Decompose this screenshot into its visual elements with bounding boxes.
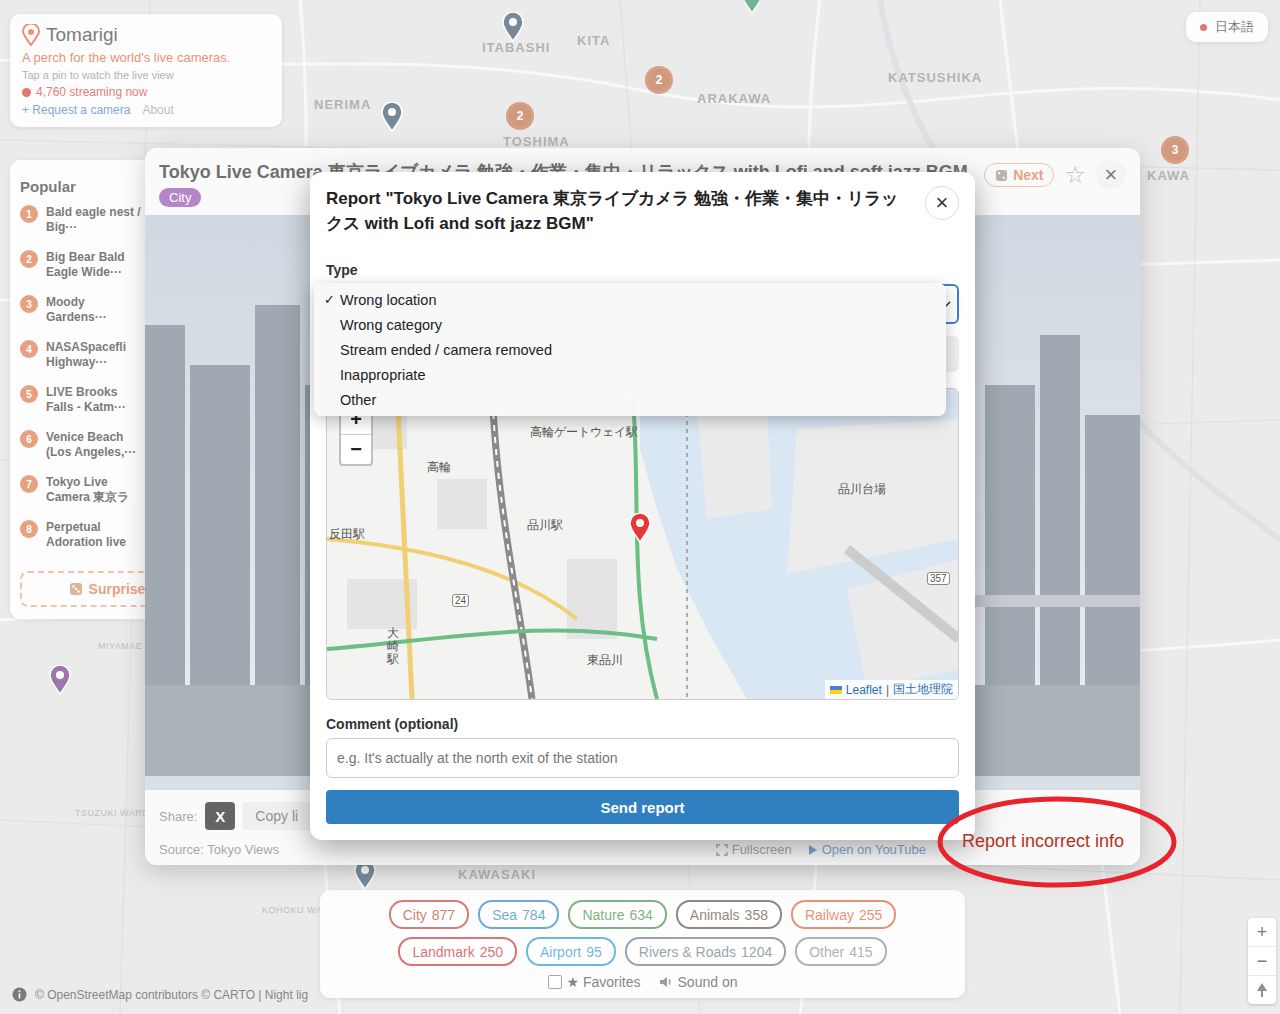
map-label: 反田駅: [329, 526, 365, 543]
map-label: 品川台場: [838, 481, 886, 498]
type-label: Type: [326, 262, 959, 278]
location-pin-icon[interactable]: [629, 513, 651, 543]
map-label: 357: [927, 572, 950, 585]
comment-label: Comment (optional): [326, 716, 959, 732]
option-label: Other: [340, 392, 376, 408]
source-link[interactable]: 国土地理院: [893, 681, 953, 698]
comment-input[interactable]: [326, 738, 959, 778]
option-label: Wrong location: [340, 292, 436, 308]
option-label: Inappropriate: [340, 367, 425, 383]
map-label: 24: [452, 594, 469, 607]
map-label: 高輪ゲートウェイ駅: [530, 424, 638, 441]
option-label: Wrong category: [340, 317, 442, 333]
check-mark: ✓: [324, 292, 340, 307]
send-report-button[interactable]: Send report: [326, 790, 959, 824]
report-header: Report "Tokyo Live Camera 東京ライブカメラ 勉強・作業…: [326, 186, 959, 236]
map-label: 品川駅: [527, 517, 563, 534]
dropdown-option[interactable]: Wrong category: [314, 312, 946, 337]
map-label: 東品川: [587, 652, 623, 669]
location-picker-map[interactable]: 高輪ゲートウェイ駅高輪品川駅反田駅品川台場24大崎駅東品川357+−Leafle…: [326, 388, 959, 700]
dropdown-option[interactable]: Inappropriate: [314, 362, 946, 387]
option-label: Stream ended / camera removed: [340, 342, 552, 358]
map-label: 大崎駅: [387, 627, 399, 667]
report-dialog: Report "Tokyo Live Camera 東京ライブカメラ 勉強・作業…: [310, 172, 975, 840]
report-close-button[interactable]: ×: [925, 186, 959, 220]
map-label: 高輪: [427, 459, 451, 476]
type-dropdown-menu: ✓Wrong location Wrong category Stream ende…: [314, 283, 946, 416]
map-attribution: Leaflet | 国土地理院: [825, 680, 958, 699]
zoom-out-button[interactable]: −: [341, 435, 371, 464]
report-incorrect-info-link[interactable]: Report incorrect info: [962, 831, 1124, 852]
dropdown-option[interactable]: Other: [314, 387, 946, 412]
report-title: Report "Tokyo Live Camera 東京ライブカメラ 勉強・作業…: [326, 186, 911, 236]
dropdown-option[interactable]: ✓Wrong location: [314, 287, 946, 312]
attribution-separator: |: [886, 683, 889, 697]
leaflet-link[interactable]: Leaflet: [846, 683, 882, 697]
dropdown-option[interactable]: Stream ended / camera removed: [314, 337, 946, 362]
flag-icon: [830, 686, 842, 694]
